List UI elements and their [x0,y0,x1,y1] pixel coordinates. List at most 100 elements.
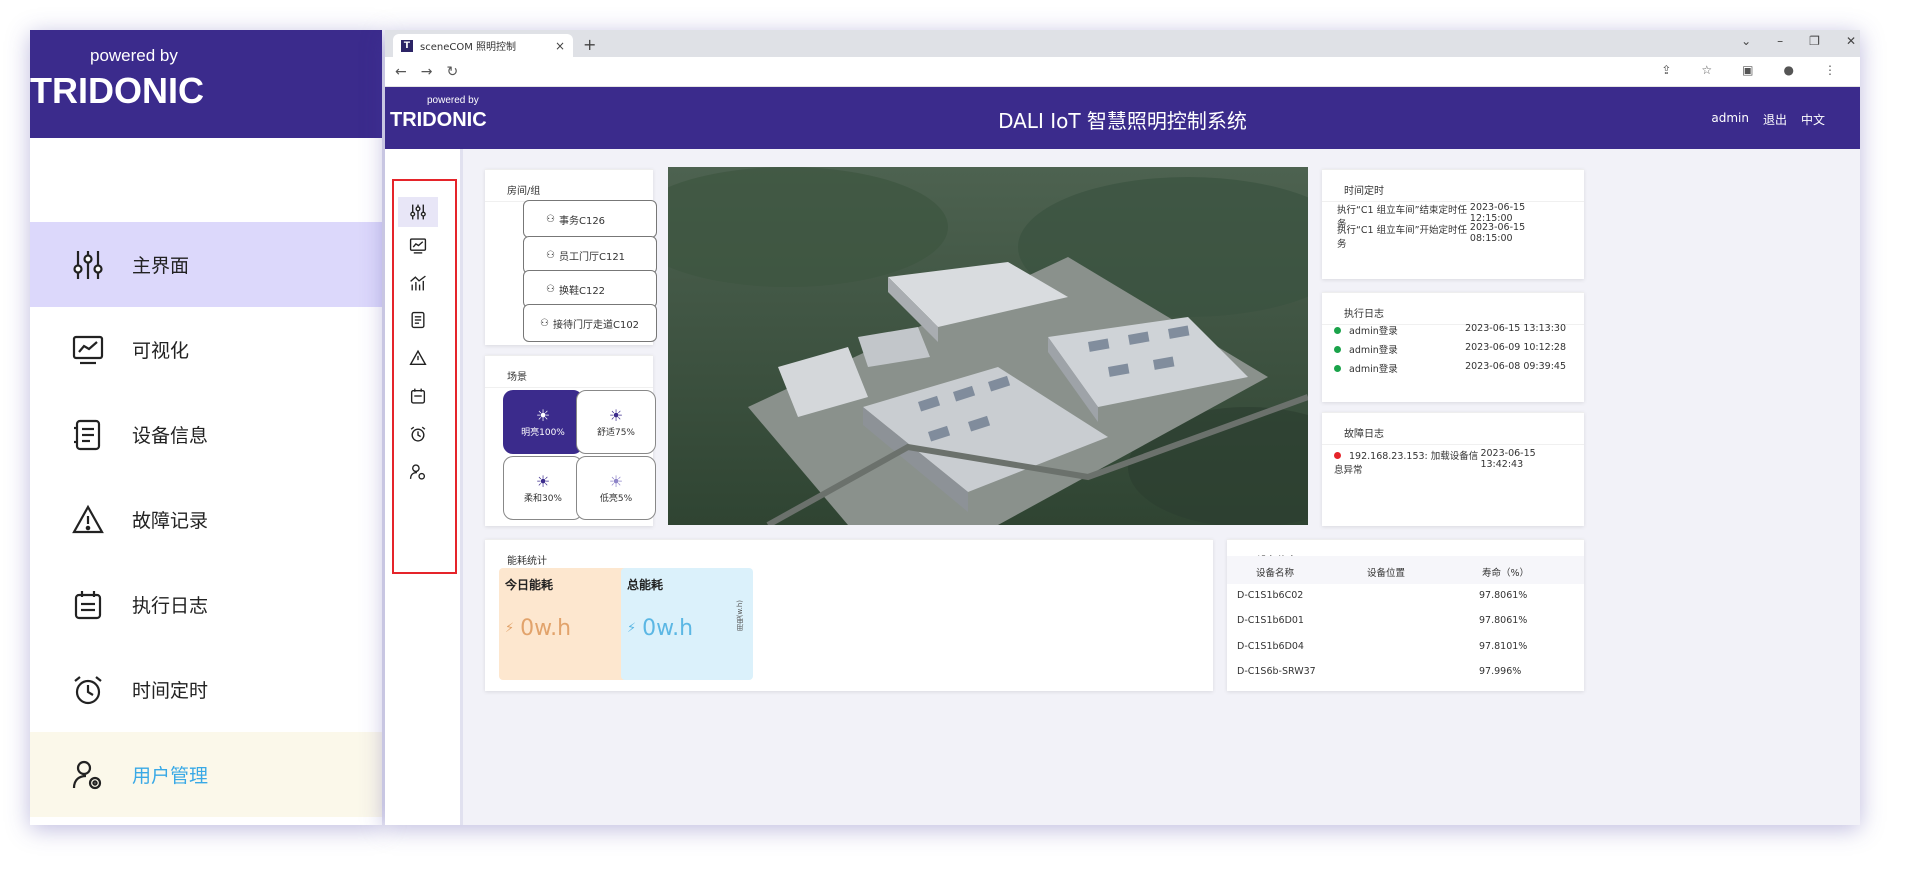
timer-time: 2023-06-15 08:15:00 [1469,222,1526,244]
fault-log-time: 2023-06-15 13:42:43 [1480,448,1536,470]
zoomed-sidebar-callout: powered by TRIDONIC 主界面 可视化 设备信息 故障记录 执行… [30,30,382,825]
room-button[interactable]: ⚇ 员工门厅C121 [523,236,657,274]
app-title: DALI IoT 智慧照明控制系统 [998,109,1247,133]
logout-link[interactable]: 退出 [1763,111,1787,128]
today-energy-value-row: ⚡ 0w.h [505,616,571,641]
scene-button-comfort[interactable]: ☀ 舒适75% [576,390,656,454]
today-energy-value: 0w.h [520,616,572,641]
exec-log-text: admin登录 [1349,345,1398,356]
exec-log-time: 2023-06-08 09:39:45 [1465,361,1566,372]
energy-chart-axis-label: 用电(w.h) [736,600,744,632]
exec-log-time: 2023-06-15 13:13:30 [1465,323,1566,334]
log-calendar-icon [68,585,108,625]
nav-home[interactable] [398,197,438,227]
reload-icon[interactable]: ↻ [446,64,458,80]
device-name-cell: D-C1S1b6D04 [1237,641,1304,652]
scene-button-dim[interactable]: ☀ 低亮5% [576,456,656,520]
status-dot-error [1334,452,1341,459]
callout-menu-label: 时间定时 [132,680,209,702]
device-table-header: 设备名称 设备位置 寿命（%） [1227,556,1584,584]
chart-monitor-icon [68,330,108,370]
scene-label: 柔和30% [523,494,562,504]
exec-log-text: admin登录 [1349,364,1398,375]
browser-tab[interactable]: T sceneCOM 照明控制 × [393,34,573,57]
callout-menu: 主界面 可视化 设备信息 故障记录 执行日志 时间定时 用户管理 [30,222,382,817]
callout-menu-label: 主界面 [132,255,190,277]
bulb-icon: ☀ [535,406,551,425]
callout-menu-timer[interactable]: 时间定时 [30,647,382,732]
device-name-cell: D-C1S6b-SRW37 [1237,666,1316,677]
room-group-icon: ⚇ [546,249,555,261]
total-energy-panel: 总能耗 ⚡ 0w.h [621,568,753,680]
chart-monitor-icon [409,238,427,254]
nav-exec-log[interactable] [407,385,429,407]
language-switch[interactable]: 中文 [1801,111,1825,128]
exec-log-title: 执行日志 [1322,293,1584,325]
room-button[interactable]: ⚇ 事务C126 [523,200,657,238]
rooms-card: 房间/组 ⚇ 事务C126 ⚇ 员工门厅C121 ⚇ 换鞋C122 ⚇ 接待门厅走道C1… [485,169,657,345]
energy-card: 能耗统计 今日能耗 ⚡ 0w.h 总能耗 ⚡ 0w.h 用电(w.h) [485,539,1213,691]
forward-icon[interactable]: → [421,64,433,80]
room-button[interactable]: ⚇ 接待门厅走道C102 [523,304,657,342]
fault-log-row: 192.168.23.153: 加载设备信息异常 2023-06-15 13:4… [1334,448,1566,476]
callout-menu-label: 执行日志 [132,595,209,617]
tab-search-icon[interactable]: ⌄ [1741,34,1751,48]
exec-log-time: 2023-06-09 10:12:28 [1465,342,1566,353]
user-name-link[interactable]: admin [1711,111,1749,128]
log-calendar-icon [410,388,426,404]
scene-button-bright[interactable]: ☀ 明亮100% [503,390,583,454]
exec-log-card: 执行日志 admin登录 2023-06-15 13:13:30 admin登录… [1322,292,1584,402]
nav-visualization[interactable] [407,235,429,257]
callout-menu-visualization[interactable]: 可视化 [30,307,382,392]
share-icon[interactable]: ⇪ [1661,63,1671,77]
callout-menu-fault-records[interactable]: 故障记录 [30,477,382,562]
user-settings-icon [409,464,426,480]
nav-statistics[interactable] [407,272,429,294]
lightning-icon: ⚡ [505,621,515,636]
warning-icon [409,349,427,366]
bookmark-star-icon[interactable]: ☆ [1701,63,1712,77]
status-dot-ok [1334,365,1341,372]
header-links: admin 退出 中文 [1711,111,1825,128]
fault-log-text: 192.168.23.153: 加载设备信息异常 [1334,451,1479,476]
sidepanel-icon[interactable]: ▣ [1742,63,1753,77]
nav-device-info[interactable] [407,309,429,331]
callout-menu-user-management[interactable]: 用户管理 [30,732,382,817]
nav-user-management[interactable] [407,461,429,483]
exec-log-row: admin登录 2023-06-15 13:13:30 [1334,323,1566,337]
minimize-icon[interactable]: – [1777,34,1783,48]
alarm-clock-icon [68,670,108,710]
col-header-location: 设备位置 [1367,568,1406,579]
factory-aerial-image [668,167,1308,525]
restore-icon[interactable]: ❐ [1809,34,1820,48]
today-energy-label: 今日能耗 [505,578,554,592]
room-label: 事务C126 [558,215,606,227]
room-button[interactable]: ⚇ 换鞋C122 [523,270,657,308]
main-area: 房间/组 ⚇ 事务C126 ⚇ 员工门厅C121 ⚇ 换鞋C122 ⚇ 接待门厅走道C1… [385,149,1860,825]
device-life-cell: 97.8061% [1479,590,1528,601]
back-icon[interactable]: ← [395,64,407,80]
side-nav [385,149,463,825]
scene-button-soft[interactable]: ☀ 柔和30% [503,456,583,520]
callout-menu-home[interactable]: 主界面 [30,222,382,307]
fault-log-title: 故障日志 [1322,413,1584,445]
profile-icon[interactable]: ● [1784,63,1794,77]
exec-log-text: admin登录 [1349,326,1398,337]
room-group-icon: ⚇ [546,283,555,295]
timer-card: 时间定时 执行“C1 组立车间”结束定时任务 2023-06-15 12:15:… [1322,169,1584,279]
tab-close-icon[interactable]: × [555,39,565,53]
scene-label: 低亮5% [599,494,633,504]
menu-kebab-icon[interactable]: ⋮ [1824,63,1836,77]
nav-fault-records[interactable] [407,347,429,369]
room-label: 员工门厅C121 [558,251,626,263]
callout-menu-exec-log[interactable]: 执行日志 [30,562,382,647]
sliders-icon [410,204,426,220]
window-close-icon[interactable]: ✕ [1846,34,1856,48]
callout-menu-device-info[interactable]: 设备信息 [30,392,382,477]
timer-row: 执行“C1 组立车间”开始定时任务 2023-06-15 08:15:00 [1337,222,1566,250]
room-label: 换鞋C122 [558,285,606,297]
device-life-cell: 97.8101% [1479,641,1528,652]
new-tab-button[interactable]: + [583,35,596,54]
nav-timer[interactable] [407,423,429,445]
device-list-icon [68,415,108,455]
